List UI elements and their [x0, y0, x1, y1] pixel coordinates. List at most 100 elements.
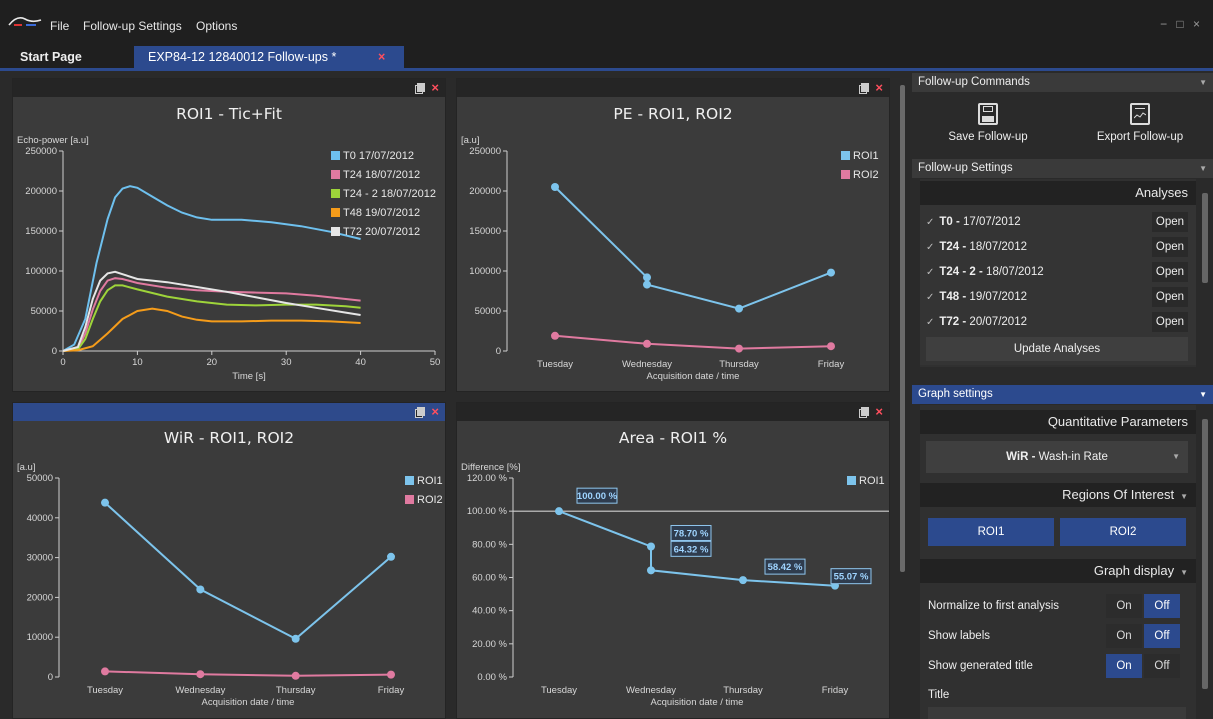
check-icon[interactable]: ✓ — [926, 217, 934, 228]
legend-swatch — [847, 476, 856, 485]
series-line — [554, 186, 832, 310]
x-tick-label: 40 — [355, 357, 366, 368]
analysis-row: ✓ T24 - 18/07/2012 Open — [926, 236, 1188, 258]
chart-area: Area - ROI1 % Difference [%] Acquisition d… — [461, 429, 889, 708]
check-icon[interactable]: ✓ — [926, 292, 934, 303]
graph-display-row: Show labels On Off — [928, 624, 1186, 648]
chart-tic-fit: ROI1 - Tic+Fit Echo-power [a.u] Time [s] 0 5… — [17, 105, 440, 382]
data-point — [643, 339, 651, 348]
legend-swatch — [841, 170, 850, 179]
regions-of-interest-title[interactable]: Regions Of Interest ▼ — [920, 483, 1196, 507]
y-axis-label: Echo-power [a.u] — [17, 135, 89, 146]
quantitative-parameters-title: Quantitative Parameters — [920, 410, 1196, 434]
y-tick-label: 200000 — [469, 186, 501, 197]
legend-swatch — [405, 476, 414, 485]
data-label: 64.32 % — [674, 544, 709, 555]
toggle-on-button[interactable]: On — [1106, 624, 1142, 648]
open-analysis-button[interactable]: Open — [1152, 212, 1188, 232]
scroll-thumb[interactable] — [1202, 193, 1208, 283]
open-analysis-button[interactable]: Open — [1152, 312, 1188, 332]
open-analysis-button[interactable]: Open — [1152, 237, 1188, 257]
y-tick-label: 200000 — [25, 186, 57, 197]
x-tick-label: Tuesday — [87, 685, 123, 696]
menu-bar: File Follow-up Settings Options − □ × — [0, 0, 1213, 46]
toggle-on-button[interactable]: On — [1106, 594, 1142, 618]
window-icon[interactable] — [417, 83, 425, 92]
parameter-select[interactable]: WiR - Wash-in Rate ▼ — [926, 441, 1188, 473]
x-tick-label: 10 — [132, 357, 143, 368]
settings-scrollbar[interactable] — [1200, 179, 1210, 369]
close-icon[interactable]: × — [431, 404, 439, 419]
y-tick-label: 10000 — [27, 632, 53, 643]
toggle-off-button[interactable]: Off — [1144, 624, 1180, 648]
close-icon[interactable]: × — [875, 80, 883, 95]
data-point — [387, 552, 395, 561]
analysis-row: ✓ T0 - 17/07/2012 Open — [926, 211, 1188, 233]
menu-file[interactable]: File — [50, 19, 69, 33]
window-controls[interactable]: − □ × — [1160, 17, 1203, 31]
analysis-name: T0 - — [939, 216, 960, 228]
series-line — [62, 185, 361, 352]
analysis-name: T72 - — [939, 316, 967, 328]
panel-header: × — [457, 403, 889, 421]
data-point — [291, 634, 300, 643]
side-panel: Follow-up Commands ▼ Save Follow-up Expor… — [912, 71, 1213, 719]
main-scrollbar[interactable] — [897, 71, 908, 719]
follow-up-settings-header[interactable]: Follow-up Settings ▼ — [912, 159, 1213, 178]
graph-display-title[interactable]: Graph display ▼ — [920, 559, 1196, 583]
open-analysis-button[interactable]: Open — [1152, 287, 1188, 307]
title-input[interactable] — [928, 707, 1186, 719]
graph-settings-header[interactable]: Graph settings ▼ — [912, 385, 1213, 404]
graph-settings-scrollbar[interactable] — [1200, 405, 1210, 719]
window-icon[interactable] — [417, 407, 425, 416]
tab-follow-ups[interactable]: EXP84-12 12840012 Follow-ups * × — [134, 46, 404, 68]
graph-settings-title: Graph settings — [918, 388, 993, 400]
window-icon[interactable] — [861, 407, 869, 416]
check-icon[interactable]: ✓ — [926, 242, 934, 253]
roi2-button[interactable]: ROI2 — [1060, 518, 1186, 546]
chart-panel-area: × Area - ROI1 % Difference [%] Acquisition… — [456, 402, 890, 719]
save-follow-up-button[interactable]: Save Follow-up — [940, 103, 1036, 143]
roi1-button[interactable]: ROI1 — [928, 518, 1054, 546]
tab-bar: Start Page EXP84-12 12840012 Follow-ups … — [0, 46, 1213, 68]
open-analysis-button[interactable]: Open — [1152, 262, 1188, 282]
menu-options[interactable]: Options — [196, 19, 237, 33]
tab-start-page[interactable]: Start Page — [20, 46, 82, 68]
y-tick-label: 40.00 % — [472, 606, 507, 617]
scroll-thumb[interactable] — [1202, 419, 1208, 689]
menu-follow-up-settings[interactable]: Follow-up Settings — [83, 19, 182, 33]
parameter-select-name: Wash-in Rate — [1035, 451, 1108, 463]
y-axis-label: Difference [%] — [461, 462, 521, 473]
tab-follow-ups-label: EXP84-12 12840012 Follow-ups * — [148, 50, 337, 64]
toggle-on-button[interactable]: On — [1106, 654, 1142, 678]
close-icon[interactable]: × — [431, 80, 439, 95]
toggle-off-button[interactable]: Off — [1144, 654, 1180, 678]
analysis-date: 20/07/2012 — [966, 316, 1027, 328]
window-icon[interactable] — [861, 83, 869, 92]
data-point — [735, 304, 743, 313]
x-axis-label: Time [s] — [232, 371, 265, 382]
close-icon[interactable]: × — [875, 404, 883, 419]
y-tick-label: 250000 — [469, 146, 501, 157]
follow-up-commands-header[interactable]: Follow-up Commands ▼ — [912, 73, 1213, 92]
data-point — [739, 576, 747, 585]
legend-label: T0 17/07/2012 — [343, 150, 414, 162]
check-icon[interactable]: ✓ — [926, 317, 934, 328]
y-tick-label: 30000 — [27, 553, 53, 564]
update-analyses-button[interactable]: Update Analyses — [926, 337, 1188, 361]
data-point — [647, 566, 655, 575]
data-point — [647, 542, 655, 551]
y-tick-label: 60.00 % — [472, 573, 507, 584]
scroll-thumb[interactable] — [900, 85, 905, 572]
y-tick-label: 0 — [52, 346, 57, 357]
legend-swatch — [331, 208, 340, 217]
data-point — [101, 667, 109, 676]
export-follow-up-button[interactable]: Export Follow-up — [1090, 103, 1190, 143]
toggle-off-button[interactable]: Off — [1144, 594, 1180, 618]
tab-close-icon[interactable]: × — [378, 46, 385, 68]
check-icon[interactable]: ✓ — [926, 267, 934, 278]
x-tick-label: Wednesday — [175, 685, 225, 696]
data-point — [555, 507, 563, 516]
y-axis-label: [a.u] — [461, 135, 480, 146]
y-tick-label: 100000 — [25, 266, 57, 277]
